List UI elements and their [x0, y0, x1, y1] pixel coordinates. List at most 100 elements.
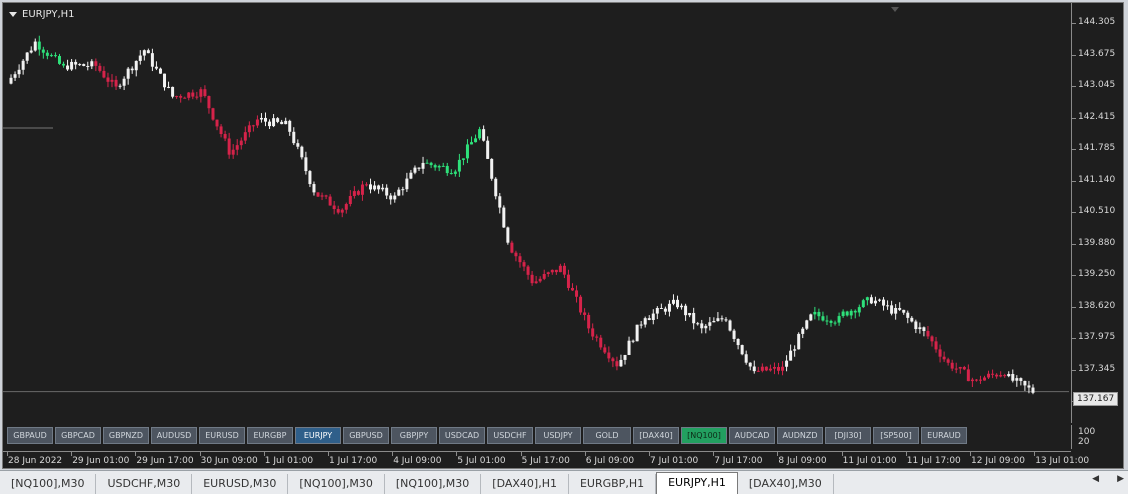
symbol-button-euraud[interactable]: EURAUD — [921, 426, 967, 444]
candle-body — [449, 173, 453, 175]
chart-window[interactable]: EURJPY,H1 144.305 143.675 143.045 142.415 14… — [2, 2, 1124, 469]
candle-body — [966, 369, 970, 382]
candle-body — [393, 195, 397, 200]
candle-body — [502, 207, 506, 228]
symbol-button-eurgbp[interactable]: EURGBP — [247, 426, 293, 444]
candle-body — [978, 379, 982, 381]
chart-tab[interactable]: [NQ100],M30 — [0, 474, 97, 494]
price-axis[interactable]: 144.305 143.675 143.045 142.415 141.785 141.1… — [1071, 3, 1124, 423]
symbol-button-usdcad[interactable]: USDCAD — [439, 426, 485, 444]
symbol-button-eurusd[interactable]: EURUSD — [199, 426, 245, 444]
price-tick — [1072, 243, 1076, 245]
candle-body — [494, 178, 498, 197]
candle-body — [369, 184, 373, 190]
candle-body — [203, 89, 207, 97]
price-label: 137.345 — [1078, 363, 1116, 374]
symbol-button-dji30[interactable]: [DJI30] — [825, 426, 871, 444]
candle-body — [142, 50, 146, 56]
chart-tab[interactable]: [DAX40],H1 — [481, 474, 569, 494]
dropdown-triangle-icon[interactable] — [9, 12, 17, 17]
candle-body — [772, 366, 776, 369]
candle-body — [114, 79, 118, 87]
candle-body — [890, 305, 894, 314]
oscillator-label: 20 — [1078, 437, 1090, 447]
time-label: 1 Jul 17:00 — [329, 456, 378, 466]
symbol-button-nq100[interactable]: [NQ100] — [681, 426, 727, 444]
candle-body — [510, 242, 514, 253]
candle-body — [526, 266, 530, 275]
time-axis[interactable]: 28 Jun 2022 29 Jun 01:00 29 Jun 17:00 30 Ju… — [3, 451, 1089, 470]
chart-tab[interactable]: USDCHF,M30 — [96, 474, 193, 494]
chart-tab[interactable]: [NQ100],M30 — [385, 474, 482, 494]
candle-body — [712, 320, 716, 323]
price-tick — [1072, 149, 1076, 150]
candle-body — [445, 165, 449, 174]
candle-body — [809, 314, 813, 321]
candle-body — [550, 269, 554, 273]
candle-body — [465, 144, 469, 159]
symbol-button-bar: GBPAUD GBPCAD GBPNZD AUDUSD EURUSD EURGBP EURJ… — [7, 425, 1069, 445]
candle-body — [255, 119, 259, 126]
candle-body — [360, 184, 364, 195]
chart-tab[interactable]: [DAX40],M30 — [738, 474, 834, 494]
candle-body — [518, 256, 522, 263]
symbol-button-dax40[interactable]: [DAX40] — [633, 426, 679, 444]
candle-body — [946, 359, 950, 363]
symbol-button-gbpusd[interactable]: GBPUSD — [343, 426, 389, 444]
symbol-button-audnzd[interactable]: AUDNZD — [777, 426, 823, 444]
scroll-left-icon[interactable]: ◀ — [1092, 474, 1099, 484]
candle-body — [292, 131, 296, 144]
candle-body — [179, 96, 183, 98]
candle-body — [857, 307, 861, 313]
time-label: 7 Jul 01:00 — [650, 456, 699, 466]
candle-body — [970, 379, 974, 382]
candle-body — [158, 68, 162, 74]
symbol-button-eurjpy[interactable]: EURJPY — [295, 426, 341, 444]
candle-body — [74, 61, 78, 65]
candle-body — [389, 195, 393, 200]
candle-body — [732, 330, 736, 339]
candle-body — [983, 377, 987, 381]
candle-body — [17, 69, 21, 75]
candle-body — [57, 55, 61, 64]
candle-body — [873, 300, 877, 304]
candle-body — [728, 320, 732, 331]
scroll-right-icon[interactable]: ▶ — [1117, 474, 1124, 484]
candle-body — [639, 324, 643, 326]
price-label: 138.620 — [1078, 300, 1116, 311]
candle-body — [736, 338, 740, 346]
chart-tab[interactable]: EURJPY,H1 — [656, 472, 738, 494]
candle-body — [894, 307, 898, 314]
shift-marker-icon[interactable] — [891, 7, 899, 12]
symbol-button-usdjpy[interactable]: USDJPY — [535, 426, 581, 444]
candle-body — [756, 370, 760, 372]
symbol-button-audcad[interactable]: AUDCAD — [729, 426, 775, 444]
symbol-button-gold[interactable]: GOLD — [583, 426, 631, 444]
symbol-button-gbpjpy[interactable]: GBPJPY — [391, 426, 437, 444]
symbol-button-gbpaud[interactable]: GBPAUD — [7, 426, 53, 444]
price-label: 141.140 — [1078, 174, 1116, 185]
candle-body — [409, 172, 413, 179]
symbol-button-sp500[interactable]: [SP500] — [873, 426, 919, 444]
symbol-button-audusd[interactable]: AUDUSD — [151, 426, 197, 444]
candle-body — [437, 165, 441, 168]
price-chart[interactable] — [3, 3, 1069, 423]
symbol-button-gbpcad[interactable]: GBPCAD — [55, 426, 101, 444]
candle-body — [667, 303, 671, 312]
chart-title[interactable]: EURJPY,H1 — [9, 9, 75, 20]
candle-body — [869, 297, 873, 304]
symbol-button-gbpnzd[interactable]: GBPNZD — [103, 426, 149, 444]
chart-tab[interactable]: [NQ100],M30 — [288, 474, 385, 494]
symbol-button-usdchf[interactable]: USDCHF — [487, 426, 533, 444]
chart-tabs-bar: [NQ100],M30 USDCHF,M30 EURUSD,M30 [NQ100],M… — [0, 470, 1128, 494]
candle-body — [385, 187, 389, 196]
candle-body — [926, 330, 930, 337]
candle-body — [288, 120, 292, 132]
candle-body — [312, 184, 316, 193]
candle-body — [280, 121, 284, 125]
chart-tab[interactable]: EURGBP,H1 — [569, 474, 657, 494]
candle-body — [635, 324, 639, 342]
candle-body — [126, 68, 130, 79]
candle-body — [865, 297, 869, 301]
chart-tab[interactable]: EURUSD,M30 — [192, 474, 289, 494]
